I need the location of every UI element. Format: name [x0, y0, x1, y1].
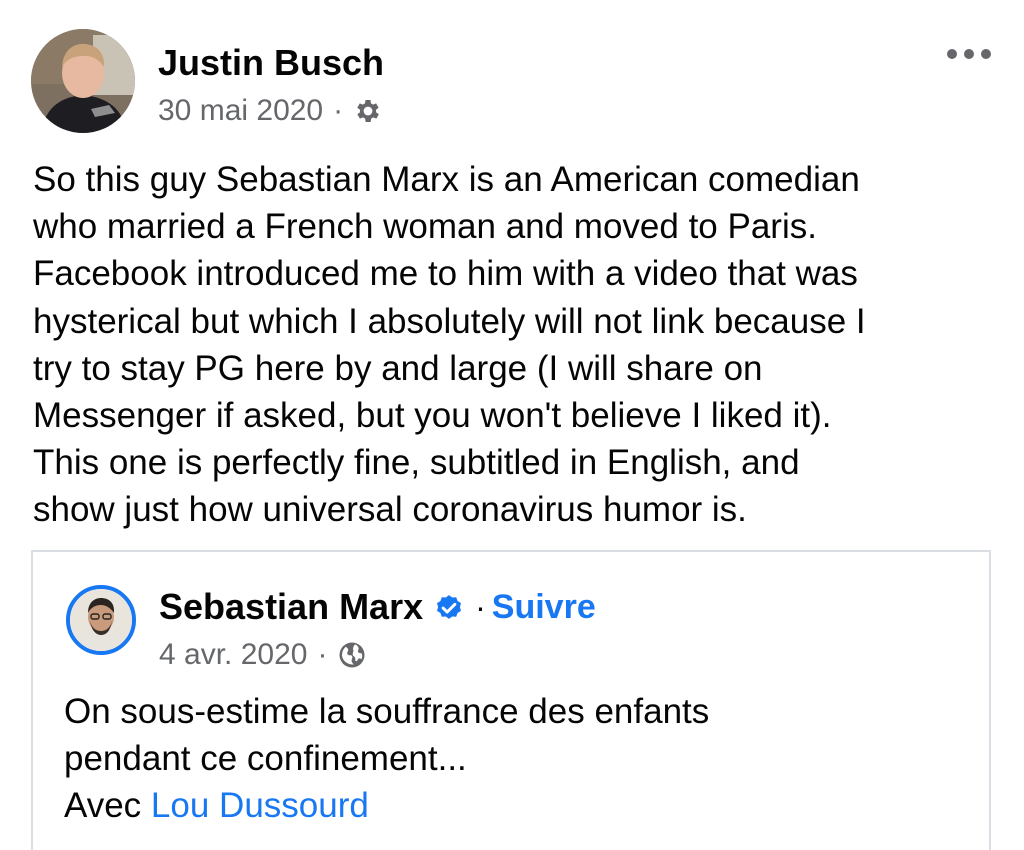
tagged-person-link[interactable]: Lou Dussourd — [151, 786, 369, 825]
shared-author-avatar[interactable] — [66, 585, 136, 655]
shared-author-name[interactable]: Sebastian Marx — [159, 586, 423, 628]
shared-text-line: pendant ce confinement... — [64, 739, 467, 778]
more-horizontal-icon — [947, 49, 991, 59]
tagged-line: Avec Lou Dussourd — [64, 782, 964, 829]
shared-post-card[interactable]: Sebastian Marx · Suivre 4 avr. 2020 · On… — [31, 550, 991, 850]
author-name[interactable]: Justin Busch — [158, 42, 384, 84]
shared-text-line: On sous-estime la souffrance des enfants — [64, 692, 710, 731]
post-meta: 30 mai 2020 · — [158, 94, 383, 128]
verified-badge-icon — [437, 595, 462, 619]
shared-separator: · — [475, 588, 486, 625]
follow-button[interactable]: Suivre — [492, 588, 596, 627]
shared-post-text: On sous-estime la souffrance des enfants… — [64, 688, 964, 829]
shared-meta: 4 avr. 2020 · — [159, 638, 367, 672]
post-date[interactable]: 30 mai 2020 — [158, 94, 323, 128]
meta-separator: · — [333, 94, 344, 127]
with-label: Avec — [64, 786, 142, 825]
post-text: So this guy Sebastian Marx is an America… — [33, 160, 866, 530]
gear-icon[interactable] — [353, 96, 383, 126]
more-options-button[interactable] — [946, 44, 992, 64]
author-avatar[interactable] — [31, 29, 135, 133]
globe-icon[interactable] — [337, 640, 367, 670]
shared-header: Sebastian Marx · Suivre — [159, 586, 596, 628]
shared-date[interactable]: 4 avr. 2020 — [159, 638, 307, 672]
shared-meta-separator: · — [317, 638, 328, 671]
